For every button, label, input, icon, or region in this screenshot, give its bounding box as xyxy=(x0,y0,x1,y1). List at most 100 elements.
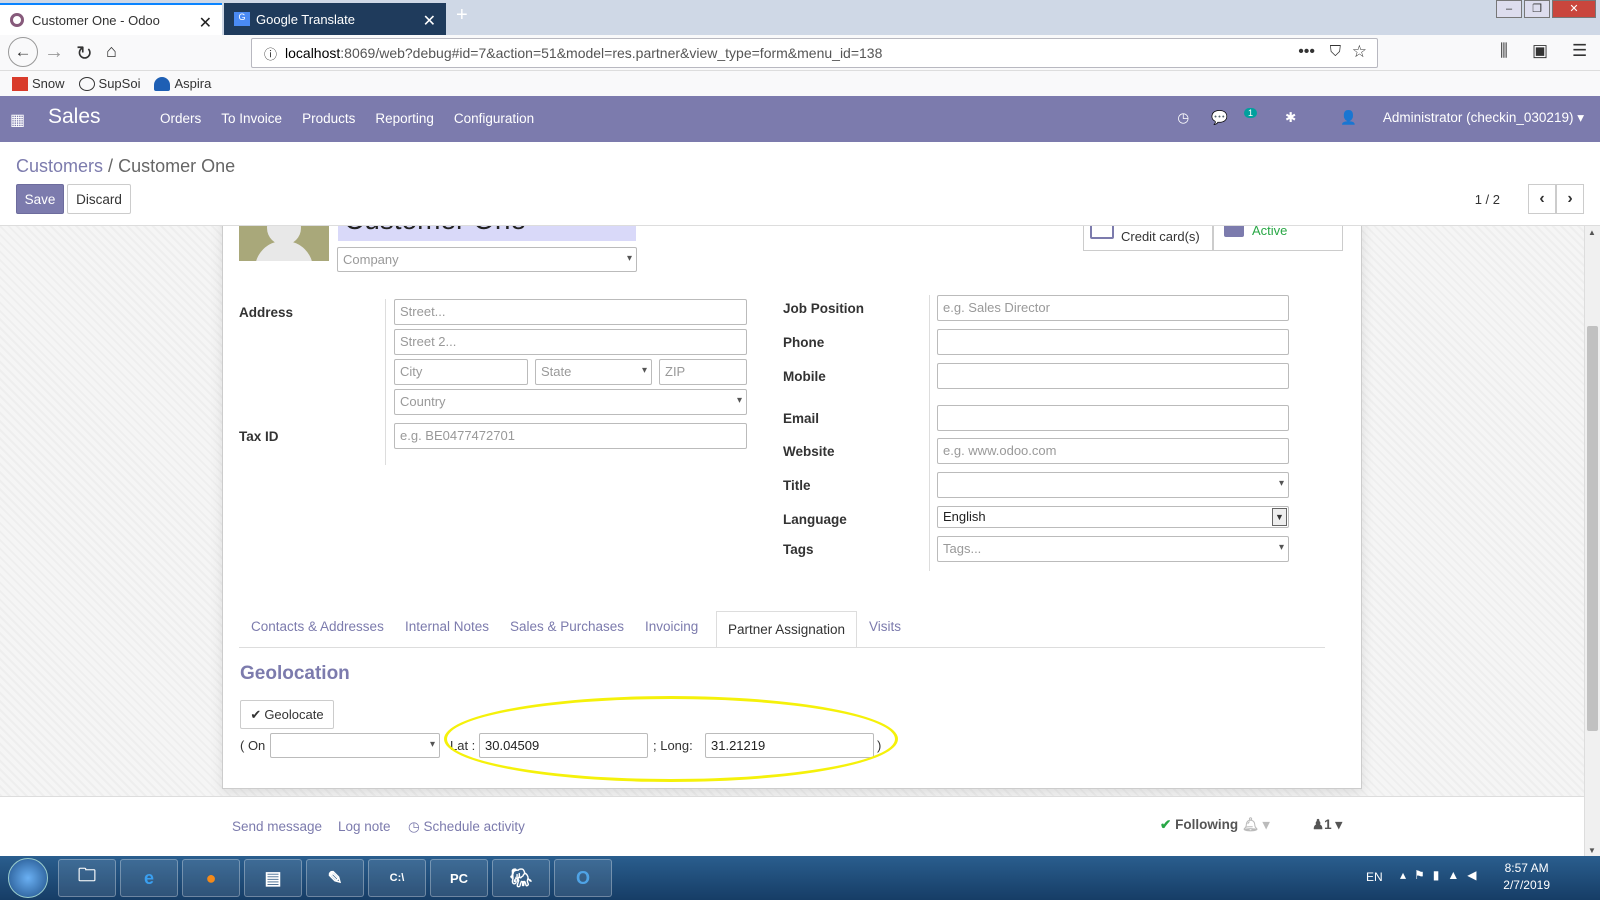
bookmarks-bar: Snow SupSoi Aspira xyxy=(0,71,1600,96)
country-select[interactable]: Country xyxy=(394,389,747,415)
activity-clock-icon[interactable]: ◷ xyxy=(1177,110,1189,126)
browser-tab-translate[interactable]: G Google Translate ✕ xyxy=(224,3,446,35)
postgres-icon[interactable]: 🐘︎ xyxy=(492,859,550,897)
cmd-icon[interactable]: C:\ xyxy=(368,859,426,897)
followers-count: 1 xyxy=(1324,817,1332,832)
followers-button[interactable]: ♟1 ▾ xyxy=(1312,817,1342,833)
firefox-icon[interactable]: ● xyxy=(182,859,240,897)
minimize-icon[interactable]: – xyxy=(1496,0,1522,18)
scroll-down-icon[interactable]: ▼ xyxy=(1588,846,1596,855)
sidebar-icon[interactable]: ▣ xyxy=(1532,41,1548,61)
tab-internal-notes[interactable]: Internal Notes xyxy=(405,619,489,634)
discard-button[interactable]: Discard xyxy=(67,184,131,214)
menu-reporting[interactable]: Reporting xyxy=(375,111,434,126)
phone-input[interactable] xyxy=(937,329,1289,355)
browser-tab-odoo[interactable]: Customer One - Odoo ✕ xyxy=(0,3,222,35)
translate-favicon-icon: G xyxy=(234,12,250,26)
menu-to-invoice[interactable]: To Invoice xyxy=(221,111,282,126)
pocket-icon[interactable]: ⛉ xyxy=(1330,43,1341,60)
window-close-icon[interactable]: ✕ xyxy=(1552,0,1596,18)
menu-configuration[interactable]: Configuration xyxy=(454,111,534,126)
active-toggle-button[interactable]: Active xyxy=(1213,226,1343,251)
geolocate-button[interactable]: ✔ Geolocate xyxy=(240,700,334,729)
street2-input[interactable]: Street 2... xyxy=(394,329,747,355)
user-menu[interactable]: 👤 Administrator (checkin_030219) ▾ xyxy=(1318,110,1584,126)
credit-cards-button[interactable]: 0 Credit card(s) xyxy=(1083,226,1213,251)
breadcrumb-current: Customer One xyxy=(118,156,236,176)
job-position-input[interactable]: e.g. Sales Director xyxy=(937,295,1289,321)
page-scrollbar[interactable]: ▲ ▼ xyxy=(1584,226,1600,856)
outlook-icon[interactable]: O xyxy=(554,859,612,897)
internet-explorer-icon[interactable]: e xyxy=(120,859,178,897)
check-icon: ✔ xyxy=(1160,817,1172,832)
scroll-up-icon[interactable]: ▲ xyxy=(1588,228,1596,237)
bookmark-aspira[interactable]: Aspira xyxy=(154,76,211,91)
city-input[interactable]: City xyxy=(394,359,528,385)
url-bar[interactable]: ⓘ localhost:8069/web?debug#id=7&action=5… xyxy=(251,38,1378,68)
tax-id-input[interactable]: e.g. BE0477472701 xyxy=(394,423,747,449)
bookmark-snow[interactable]: Snow xyxy=(12,76,65,91)
page-actions-icon[interactable]: ••• xyxy=(1298,43,1315,61)
bookmark-supsoi[interactable]: SupSoi xyxy=(78,76,140,91)
home-icon[interactable]: ⌂ xyxy=(106,41,117,62)
pager-next-icon[interactable]: › xyxy=(1556,184,1584,214)
tray-icons[interactable]: ▴⚑▮▲◀ xyxy=(1400,868,1485,882)
zip-input[interactable]: ZIP xyxy=(659,359,747,385)
tags-input[interactable]: Tags... xyxy=(937,536,1289,562)
following-button[interactable]: ✔ Following 🔔︎ ▾ xyxy=(1160,817,1270,833)
forward-icon[interactable]: → xyxy=(44,41,64,64)
reload-icon[interactable]: ↻ xyxy=(76,41,93,66)
website-label: Website xyxy=(783,444,835,459)
clock[interactable]: 8:57 AM 2/7/2019 xyxy=(1503,860,1550,894)
partner-name-field[interactable]: Customer One xyxy=(338,226,636,241)
url-host: localhost xyxy=(285,45,341,61)
start-button-icon[interactable] xyxy=(8,858,48,898)
company-select[interactable]: Company xyxy=(337,247,637,272)
language-indicator[interactable]: EN xyxy=(1366,870,1383,884)
bookmark-star-icon[interactable]: ☆ xyxy=(1352,42,1367,62)
debug-bug-icon[interactable]: ✱ xyxy=(1285,110,1296,126)
title-select[interactable] xyxy=(937,472,1289,498)
language-select[interactable]: English xyxy=(937,506,1289,528)
scrollbar-thumb[interactable] xyxy=(1587,326,1598,731)
on-label: ( On xyxy=(240,738,266,753)
network-app-icon[interactable]: ▤ xyxy=(244,859,302,897)
close-tab-icon[interactable]: ✕ xyxy=(423,11,436,31)
apps-menu-icon[interactable]: ▦ xyxy=(10,110,25,130)
new-tab-icon[interactable]: + xyxy=(456,4,468,27)
log-note-link[interactable]: Log note xyxy=(338,819,391,834)
tab-sales-purchases[interactable]: Sales & Purchases xyxy=(510,619,624,634)
menu-orders[interactable]: Orders xyxy=(160,111,201,126)
email-input[interactable] xyxy=(937,405,1289,431)
send-message-link[interactable]: Send message xyxy=(232,819,322,834)
schedule-activity-link[interactable]: ◷ Schedule activity xyxy=(408,819,525,835)
tab-contacts-addresses[interactable]: Contacts & Addresses xyxy=(251,619,384,634)
menu-icon[interactable]: ☰ xyxy=(1572,41,1587,61)
geo-date-select[interactable] xyxy=(270,733,440,758)
pycharm-icon[interactable]: PC xyxy=(430,859,488,897)
restore-icon[interactable]: ❐ xyxy=(1524,0,1550,18)
notepad-icon[interactable]: ✎ xyxy=(306,859,364,897)
street-input[interactable]: Street... xyxy=(394,299,747,325)
dropdown-arrow-icon[interactable]: ▼ xyxy=(1272,508,1287,526)
mobile-input[interactable] xyxy=(937,363,1289,389)
website-input[interactable]: e.g. www.odoo.com xyxy=(937,438,1289,464)
close-tab-icon[interactable]: ✕ xyxy=(199,13,212,33)
menu-products[interactable]: Products xyxy=(302,111,355,126)
back-icon[interactable]: ← xyxy=(8,37,38,67)
state-select[interactable]: State xyxy=(535,359,652,385)
tab-partner-assignation[interactable]: Partner Assignation xyxy=(716,611,857,648)
tab-visits[interactable]: Visits xyxy=(869,619,901,634)
schedule-activity-label: Schedule activity xyxy=(423,819,525,834)
user-icon: 👤 xyxy=(1340,110,1358,125)
pager-previous-icon[interactable]: ‹ xyxy=(1528,184,1556,214)
breadcrumb-customers[interactable]: Customers xyxy=(16,156,103,176)
explorer-icon[interactable]: 🗀 xyxy=(58,859,116,897)
clock-icon: ◷ xyxy=(408,819,420,834)
library-icon[interactable]: ⫼ xyxy=(1500,41,1508,61)
avatar[interactable] xyxy=(239,226,329,261)
title-label: Title xyxy=(783,478,811,493)
tab-invoicing[interactable]: Invoicing xyxy=(645,619,698,634)
save-button[interactable]: Save xyxy=(16,184,64,214)
chat-icon[interactable]: 💬 1 xyxy=(1211,108,1263,126)
